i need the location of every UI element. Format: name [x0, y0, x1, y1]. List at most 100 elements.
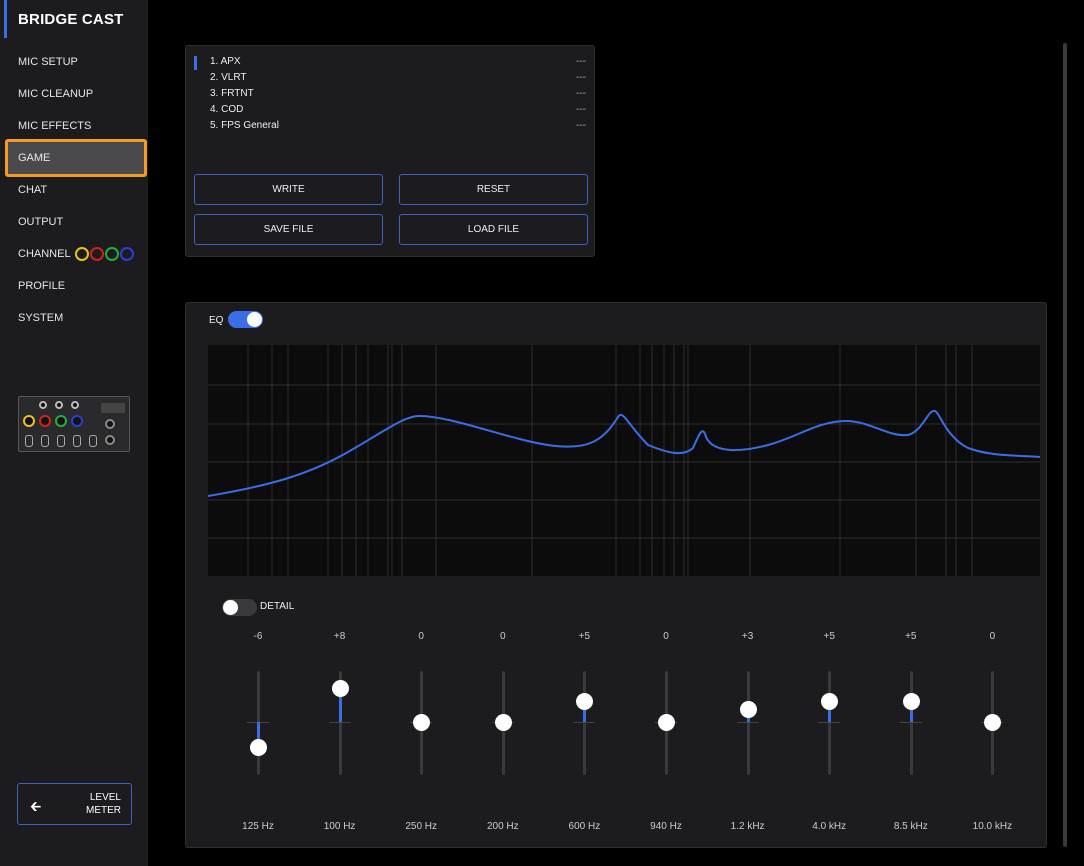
nav-item-game[interactable]: GAME: [5, 139, 147, 177]
nav-item-channel[interactable]: CHANNEL: [8, 237, 142, 271]
eq-band-gain-label: -6: [253, 631, 263, 642]
eq-slider-track[interactable]: [583, 671, 587, 775]
eq-slider-track[interactable]: [828, 671, 832, 775]
nav-item-profile[interactable]: PROFILE: [8, 269, 142, 303]
eq-slider-thumb[interactable]: [250, 739, 267, 757]
device-knob: [23, 415, 35, 427]
channel-ring-yellow-icon: [74, 247, 89, 261]
eq-band-frequency-label: 600 Hz: [568, 821, 601, 832]
channel-ring-green-icon: [104, 247, 119, 261]
channel-rings: [74, 247, 134, 261]
preset-item[interactable]: 2. VLRT ---: [210, 72, 590, 88]
preset-value: ---: [576, 88, 586, 99]
nav-item-mic-cleanup[interactable]: MIC CLEANUP: [8, 77, 142, 111]
preset-name: 4. COD: [210, 104, 244, 115]
preset-value: ---: [576, 120, 586, 131]
eq-band-frequency-label: 10.0 kHz: [972, 821, 1013, 832]
eq-panel: EQ DETAIL -6 125 Hz +8 100 Hz 0 250 Hz 0 200 Hz…: [185, 302, 1047, 848]
eq-band-gain-label: +8: [333, 631, 346, 642]
device-knob: [55, 401, 63, 409]
device-image: [18, 396, 130, 452]
nav-item-system[interactable]: SYSTEM: [8, 301, 142, 335]
device-knob: [71, 415, 83, 427]
eq-band-frequency-label: 4.0 kHz: [812, 821, 847, 832]
nav-item-mic-setup[interactable]: MIC SETUP: [8, 45, 142, 79]
preset-name: 3. FRTNT: [210, 88, 254, 99]
scrollbar[interactable]: [1063, 43, 1067, 847]
eq-slider-center-mark: [328, 722, 351, 723]
sidebar: BRIDGE CAST MIC SETUP MIC CLEANUP MIC EF…: [0, 0, 148, 866]
eq-slider-thumb[interactable]: [413, 714, 431, 731]
preset-value: ---: [576, 72, 586, 83]
eq-band-frequency-label: 250 Hz: [405, 821, 438, 832]
eq-toggle[interactable]: [228, 311, 263, 328]
eq-band-gain-label: 0: [500, 631, 506, 642]
nav-item-mic-effects[interactable]: MIC EFFECTS: [8, 109, 142, 143]
device-knob: [55, 415, 67, 427]
write-button[interactable]: WRITE: [194, 174, 383, 205]
device-slot: [25, 435, 33, 447]
level-meter-label-line1: LEVEL: [89, 792, 121, 803]
eq-band: +8 100 Hz: [299, 631, 381, 841]
preset-name: 5. FPS General: [210, 120, 279, 131]
arrow-left-icon: 🡰: [30, 798, 42, 814]
eq-slider-thumb[interactable]: [984, 714, 1002, 731]
eq-band-frequency-label: 8.5 kHz: [893, 821, 928, 832]
preset-name: 1. APX: [210, 56, 241, 67]
brand-header: BRIDGE CAST: [0, 0, 148, 40]
nav-item-output[interactable]: OUTPUT: [8, 205, 142, 239]
preset-value: ---: [576, 104, 586, 115]
channel-ring-red-icon: [89, 247, 104, 261]
device-knob: [71, 401, 79, 409]
eq-band: 0 250 Hz: [380, 631, 462, 841]
preset-value: ---: [576, 56, 586, 67]
save-file-button[interactable]: SAVE FILE: [194, 214, 383, 245]
device-slot: [89, 435, 97, 447]
eq-band: +5 8.5 kHz: [870, 631, 952, 841]
eq-slider-thumb[interactable]: [658, 714, 675, 731]
level-meter-label-line2: METER: [86, 805, 121, 816]
nav-item-chat[interactable]: CHAT: [8, 173, 142, 207]
device-knob: [105, 435, 115, 445]
device-slot: [57, 435, 65, 447]
device-knob: [39, 401, 47, 409]
eq-slider-track[interactable]: [909, 671, 913, 775]
eq-slider-thumb[interactable]: [739, 701, 757, 719]
preset-panel: 1. APX --- 2. VLRT --- 3. FRTNT --- 4. C…: [185, 45, 595, 257]
eq-band: -6 125 Hz: [217, 631, 299, 841]
eq-band: +5 4.0 kHz: [788, 631, 870, 841]
device-knob: [39, 415, 51, 427]
eq-slider-track[interactable]: [746, 671, 750, 775]
eq-band-frequency-label: 1.2 kHz: [730, 821, 765, 832]
toggle-knob: [247, 312, 262, 327]
eq-band-gain-label: +5: [823, 631, 835, 642]
device-slot: [41, 435, 49, 447]
preset-item[interactable]: 3. FRTNT ---: [210, 88, 590, 104]
eq-slider-thumb[interactable]: [576, 693, 594, 710]
device-screen: [101, 403, 125, 413]
eq-slider-center-mark: [573, 722, 596, 723]
detail-label: DETAIL: [260, 601, 295, 612]
eq-slider-center-mark: [899, 722, 922, 723]
preset-item[interactable]: 1. APX ---: [210, 56, 590, 72]
eq-slider-thumb[interactable]: [902, 693, 920, 710]
preset-item[interactable]: 4. COD ---: [210, 104, 590, 120]
reset-button[interactable]: RESET: [399, 174, 588, 205]
load-file-button[interactable]: LOAD FILE: [399, 214, 588, 245]
detail-toggle[interactable]: [222, 599, 257, 616]
eq-label: EQ: [209, 315, 224, 326]
eq-band-frequency-label: 125 Hz: [242, 821, 274, 832]
eq-slider-thumb[interactable]: [494, 714, 512, 731]
eq-slider-center-mark: [736, 722, 759, 723]
eq-band: +3 1.2 kHz: [707, 631, 789, 841]
eq-band-frequency-label: 100 Hz: [323, 821, 356, 832]
eq-slider-thumb[interactable]: [331, 680, 349, 698]
level-meter-button[interactable]: 🡰 LEVEL METER: [17, 783, 132, 825]
eq-band-gain-label: +5: [578, 631, 591, 642]
channel-ring-blue-icon: [119, 247, 134, 261]
eq-slider-thumb[interactable]: [821, 693, 839, 710]
eq-band: +5 600 Hz: [543, 631, 625, 841]
preset-item[interactable]: 5. FPS General ---: [210, 120, 590, 136]
eq-curve-graph: [208, 345, 1040, 576]
eq-band: 0 940 Hz: [625, 631, 707, 841]
